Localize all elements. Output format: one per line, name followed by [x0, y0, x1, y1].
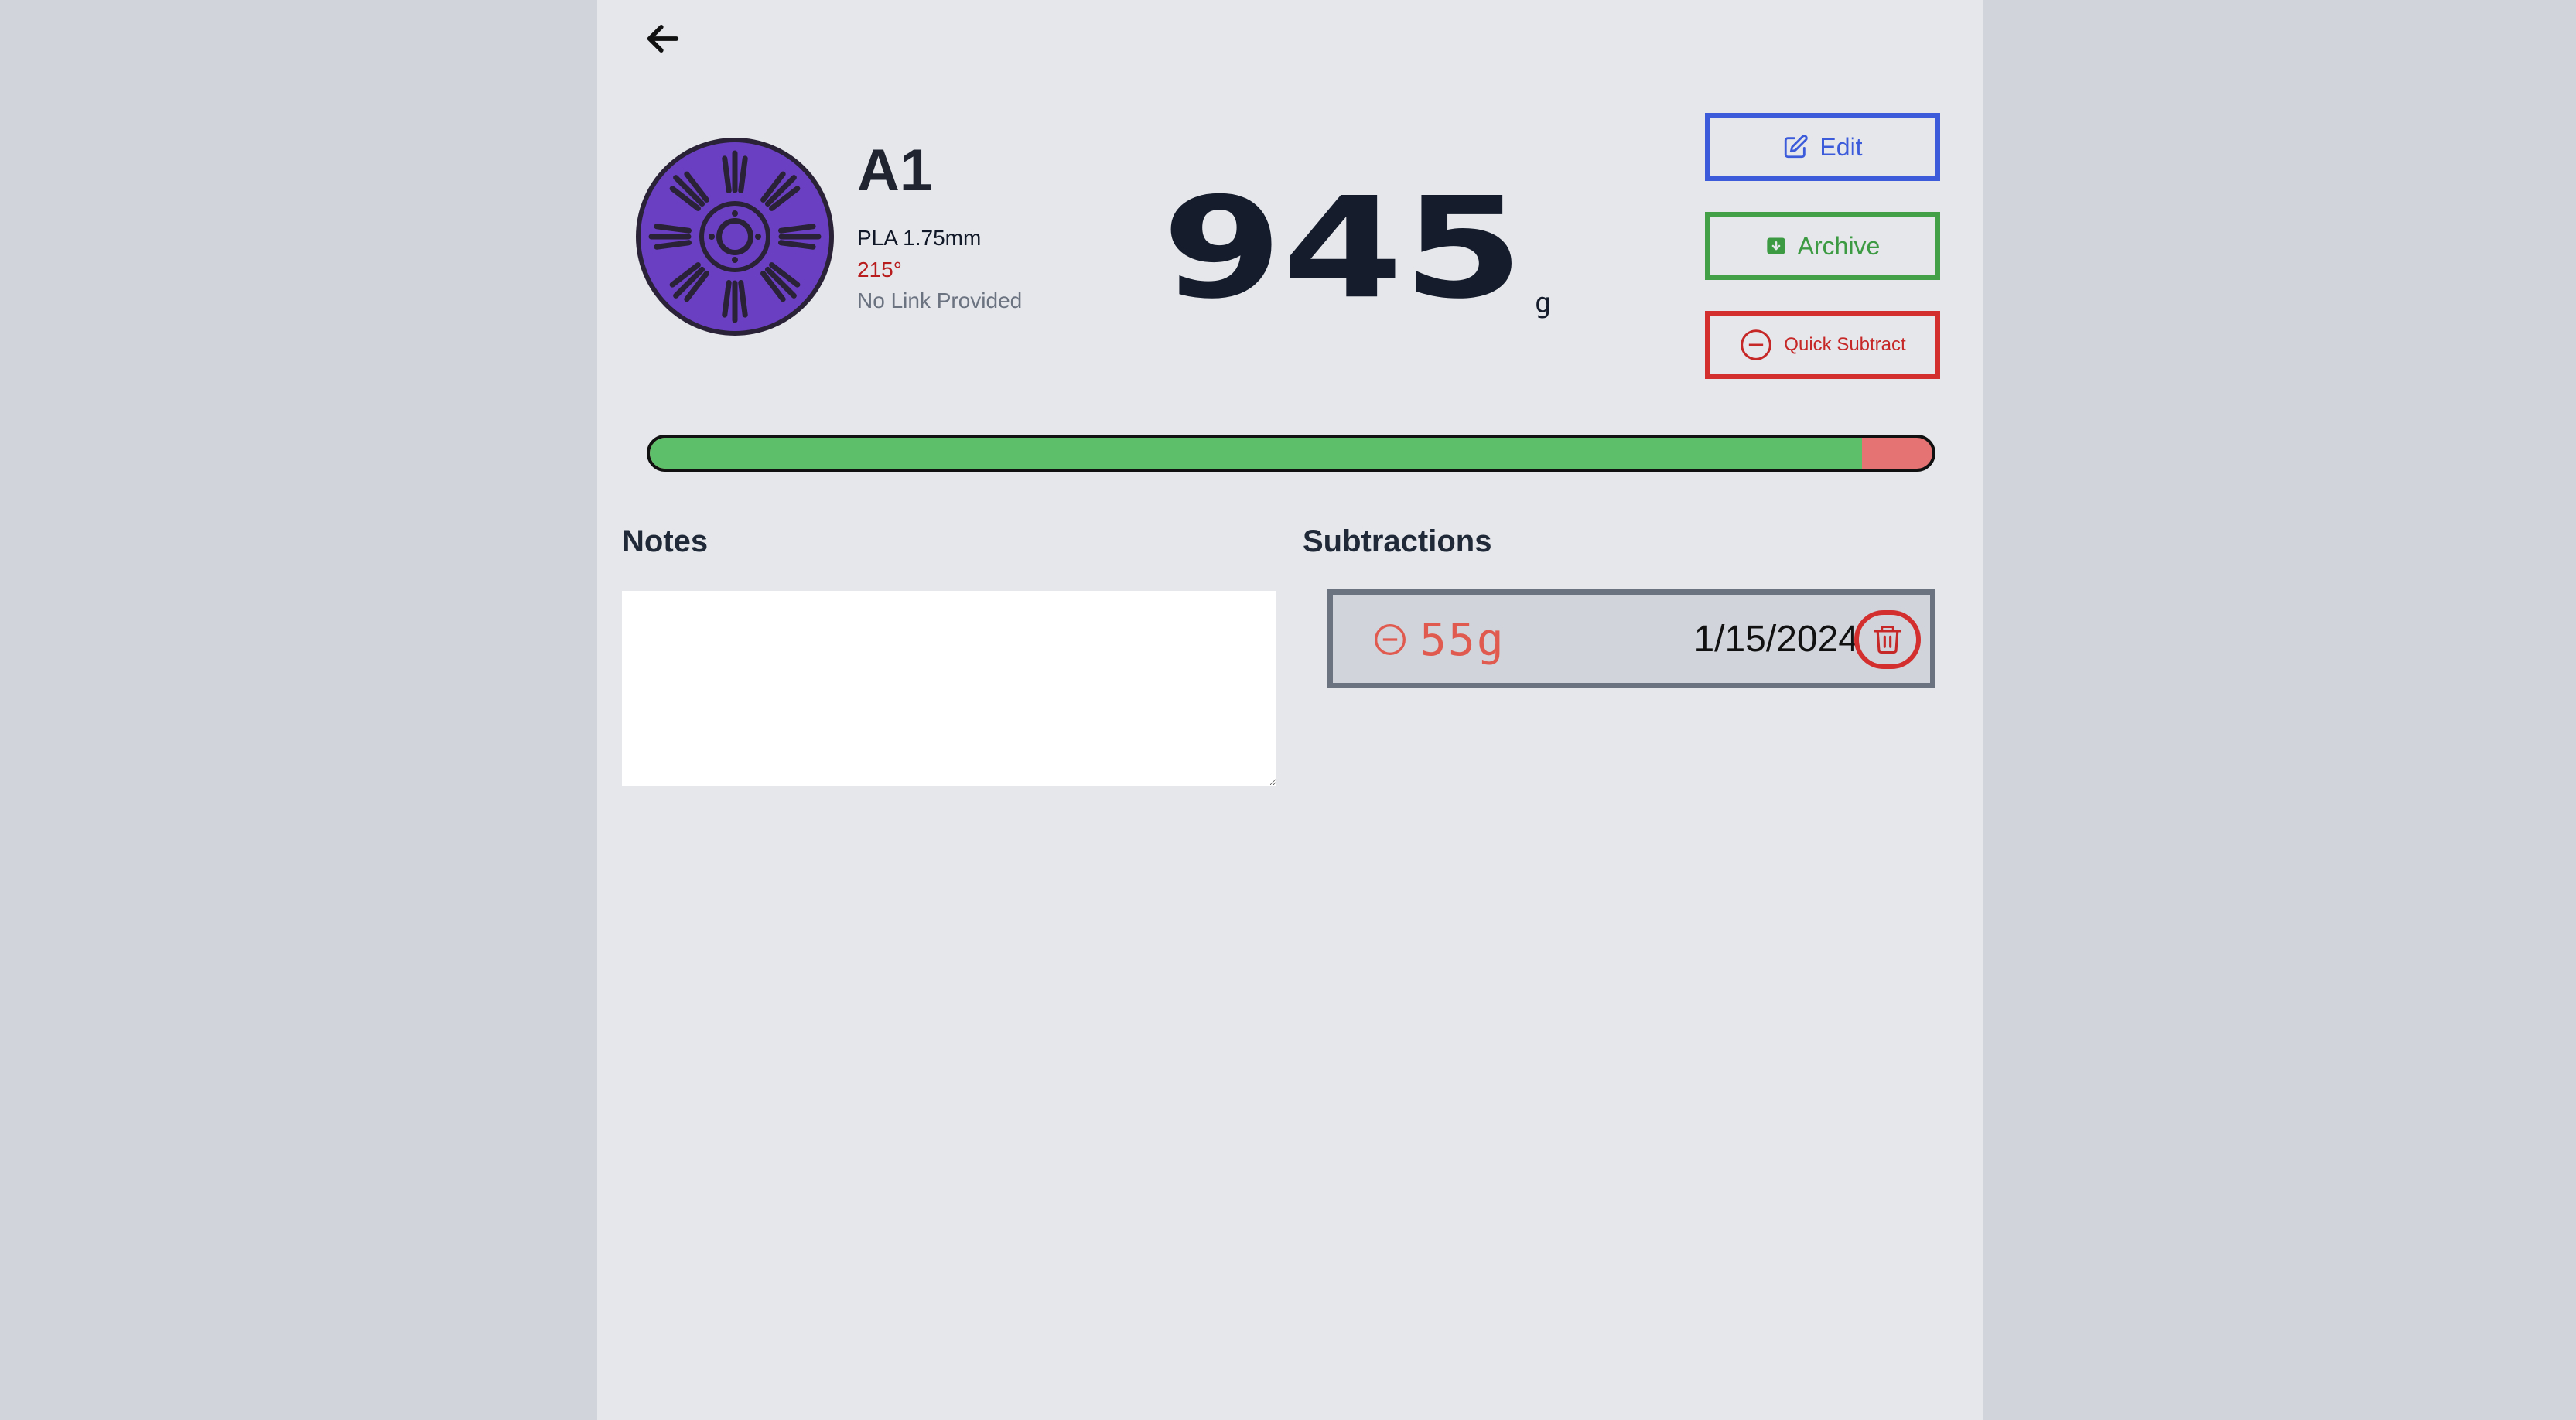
- subtraction-date: 1/15/2024: [1693, 619, 1859, 660]
- subtraction-row: 55g 1/15/2024: [1327, 589, 1935, 688]
- archive-button-label: Archive: [1797, 231, 1881, 260]
- minus-circle-icon: [1739, 328, 1773, 362]
- filament-link: No Link Provided: [857, 288, 1023, 312]
- edit-button-label: Edit: [1819, 132, 1863, 161]
- notes-textarea[interactable]: [622, 591, 1276, 786]
- filament-name: A1: [857, 138, 933, 203]
- edit-button[interactable]: Edit: [1705, 113, 1940, 181]
- subtraction-amount: 55g: [1420, 613, 1505, 666]
- subtractions-heading: Subtractions: [1303, 524, 1492, 558]
- pencil-square-icon: [1782, 134, 1809, 160]
- arrow-left-icon: [647, 25, 679, 53]
- remaining-weight: 945: [1162, 167, 1524, 330]
- notes-heading: Notes: [622, 524, 709, 558]
- remaining-progress-bar: [647, 435, 1935, 472]
- trash-icon: [1873, 625, 1902, 654]
- filament-type: PLA 1.75mm: [857, 226, 982, 250]
- progress-fill: [650, 438, 1862, 469]
- archive-button[interactable]: Archive: [1705, 212, 1940, 280]
- archive-box-icon: [1765, 235, 1787, 257]
- quick-subtract-button[interactable]: Quick Subtract: [1705, 311, 1940, 379]
- delete-subtraction-button[interactable]: [1854, 610, 1921, 669]
- quick-subtract-label: Quick Subtract: [1784, 334, 1906, 355]
- filament-detail-page: A1 PLA 1.75mm 215° No Link Provided 945 …: [597, 0, 1983, 1420]
- spool-icon: [636, 138, 834, 336]
- weight-unit: g: [1535, 288, 1552, 319]
- minus-circle-icon: [1375, 624, 1406, 655]
- filament-temperature: 215°: [857, 258, 902, 282]
- back-button[interactable]: [640, 15, 686, 62]
